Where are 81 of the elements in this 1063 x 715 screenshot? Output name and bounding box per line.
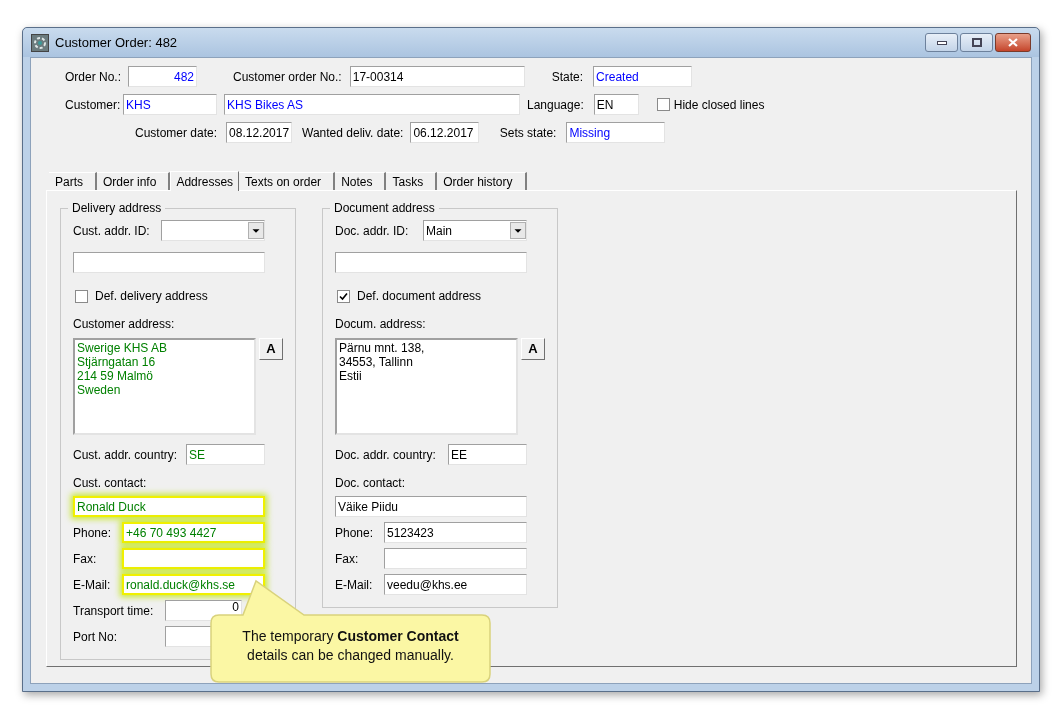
field-label: Cust. addr. country: xyxy=(73,446,179,464)
maximize-button[interactable] xyxy=(960,33,993,52)
field-label: State: xyxy=(551,69,584,84)
field-label: Language: xyxy=(527,97,584,112)
field-label: E-Mail: xyxy=(335,576,374,594)
address-line: 34553, Tallinn xyxy=(339,355,413,369)
field-label: Phone: xyxy=(73,524,113,542)
app-icon xyxy=(31,33,49,52)
group-title: Delivery address xyxy=(68,201,166,215)
tab[interactable]: Addresses xyxy=(170,171,240,191)
dropdown-field[interactable]: Main xyxy=(423,220,527,241)
field-label: Def. delivery address xyxy=(95,288,208,305)
text-field[interactable] xyxy=(73,252,265,273)
text-field[interactable]: 482 xyxy=(128,66,197,87)
tab[interactable]: Texts on order xyxy=(239,172,336,190)
text-field[interactable]: 06.12.2017 xyxy=(410,122,480,143)
text-field[interactable]: veedu@khs.ee xyxy=(384,574,527,595)
close-icon xyxy=(1008,38,1018,47)
tab[interactable]: Order info xyxy=(97,172,171,190)
text-field[interactable]: KHS xyxy=(123,94,217,115)
field-label: Fax: xyxy=(335,550,360,568)
close-button[interactable] xyxy=(995,33,1031,52)
checkbox[interactable] xyxy=(75,289,88,303)
field-label: Transport time: xyxy=(73,602,155,620)
tab[interactable]: Order history xyxy=(437,172,527,190)
field-label: Customer address: xyxy=(73,317,175,331)
text-field[interactable]: Ronald Duck xyxy=(73,496,265,517)
field-label: Wanted deliv. date: xyxy=(302,125,404,140)
tab[interactable]: Notes xyxy=(335,172,387,190)
text-field[interactable] xyxy=(335,252,527,273)
text-field[interactable]: 17-00314 xyxy=(349,66,525,87)
field-label: Sets state: xyxy=(498,124,557,142)
field-label: Doc. addr. country: xyxy=(335,446,437,464)
address-field[interactable]: Pärnu mnt. 138, 34553, Tallinn Estii xyxy=(335,338,519,435)
field-label: Port No: xyxy=(73,628,118,646)
text-field[interactable] xyxy=(384,548,527,569)
text-field[interactable]: +46 70 493 4427 xyxy=(122,522,265,543)
text-field[interactable]: Missing xyxy=(566,122,666,143)
address-field[interactable]: Swerige KHS AB Stjärngatan 16 214 59 Malmö Sweden xyxy=(73,338,257,435)
address-line: Estii xyxy=(339,369,362,383)
field-label: Phone: xyxy=(335,524,375,542)
tab[interactable]: Parts xyxy=(49,172,97,190)
address-line: Pärnu mnt. 138, xyxy=(339,341,425,355)
text-field[interactable]: ronald.duck@khs.se xyxy=(122,574,265,595)
field-label: Doc. addr. ID: xyxy=(335,222,410,240)
text-field[interactable]: SE xyxy=(186,444,265,465)
caret-icon xyxy=(248,222,264,239)
field-label: Cust. contact: xyxy=(73,476,147,490)
field-label: Hide closed lines xyxy=(673,97,765,112)
window-title: Customer Order: 482 xyxy=(55,33,178,52)
maximize-icon xyxy=(971,38,982,47)
text-field[interactable]: KHS Bikes AS xyxy=(224,94,520,115)
field-label: Docum. address: xyxy=(335,317,426,331)
address-button[interactable]: A xyxy=(521,338,545,360)
field-label: Cust. addr. ID: xyxy=(73,222,151,240)
address-line: Sweden xyxy=(77,383,121,397)
field-label: Customer date: xyxy=(135,125,218,140)
checkbox[interactable] xyxy=(656,98,670,111)
checkbox[interactable] xyxy=(337,289,350,303)
text-field[interactable]: EE xyxy=(448,444,527,465)
group-title: Document address xyxy=(330,201,439,215)
address-line: Stjärngatan 16 xyxy=(77,355,156,369)
text-field[interactable]: 08.12.2017 xyxy=(226,122,293,143)
field-label: Customer order No.: xyxy=(233,69,342,84)
dropdown-field[interactable] xyxy=(161,220,265,241)
minimize-icon xyxy=(936,40,947,45)
text-field[interactable]: Created xyxy=(593,66,693,87)
field-label: E-Mail: xyxy=(73,576,112,594)
address-line: Swerige KHS AB xyxy=(77,341,168,355)
field-label: Doc. contact: xyxy=(335,476,406,490)
text-field[interactable]: EN xyxy=(593,94,639,115)
field-label: Def. document address xyxy=(357,288,482,305)
text-field[interactable]: 5123423 xyxy=(384,522,527,543)
minimize-button[interactable] xyxy=(925,33,958,52)
tab[interactable]: Tasks xyxy=(386,172,438,190)
caret-icon xyxy=(510,222,526,239)
address-button[interactable]: A xyxy=(259,338,283,360)
callout-text: The temporary Customer Contact details can be changed manually. xyxy=(241,627,460,665)
text-field[interactable]: Väike Piidu xyxy=(335,496,527,517)
address-line: 214 59 Malmö xyxy=(77,369,154,383)
field-label: Fax: xyxy=(73,550,98,568)
